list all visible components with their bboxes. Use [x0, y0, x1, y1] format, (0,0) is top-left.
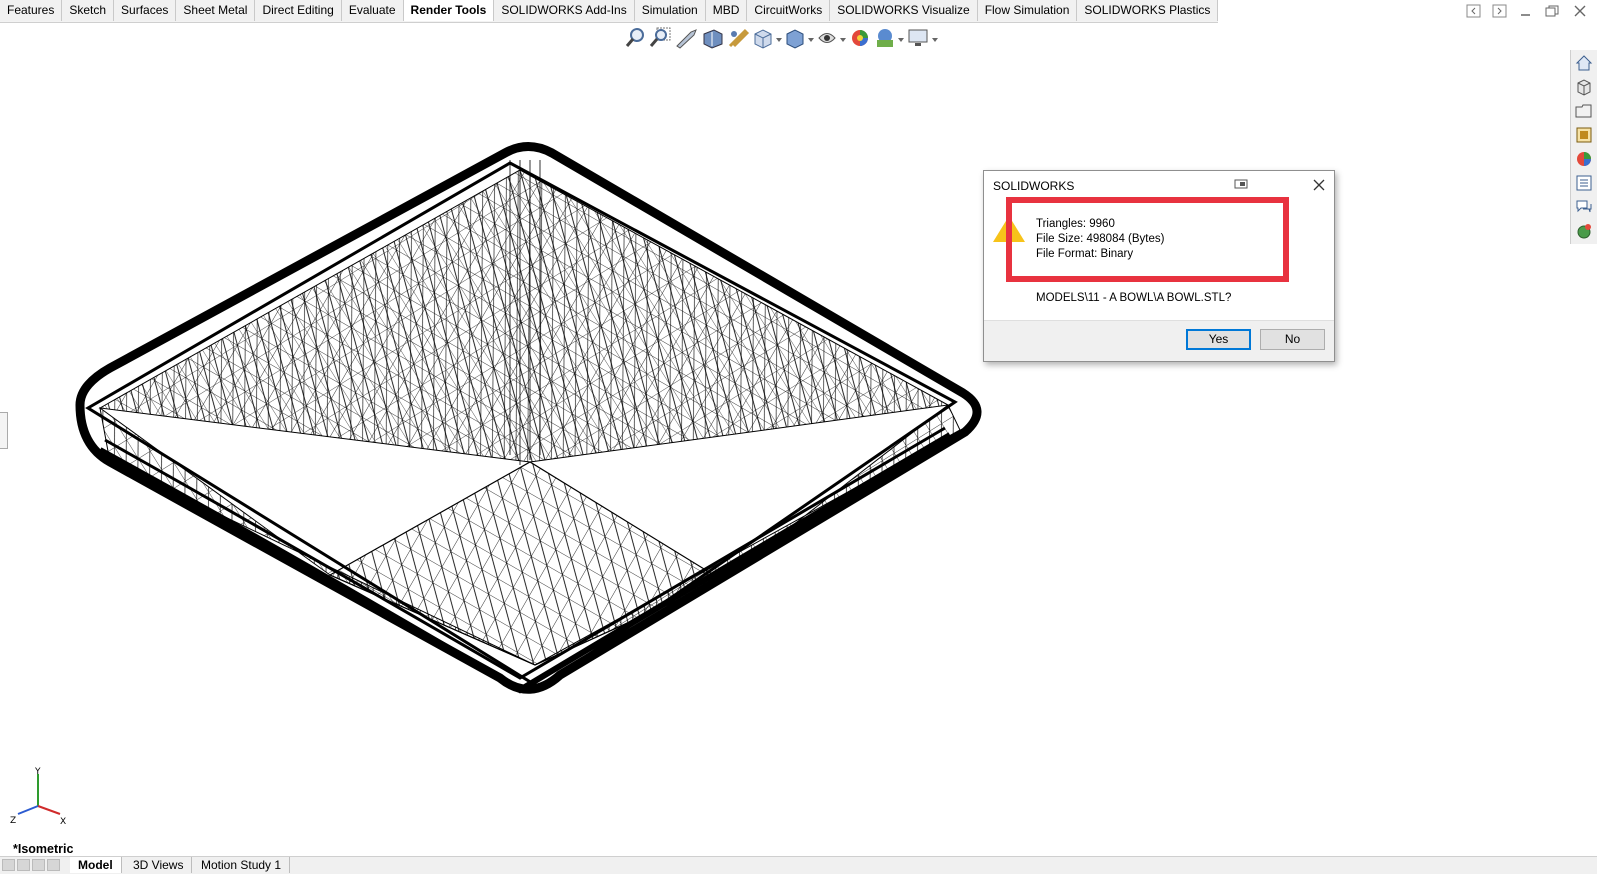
dialog-pin-icon[interactable] [1234, 178, 1248, 190]
custom-properties-icon[interactable] [1575, 174, 1593, 192]
close-window-icon[interactable] [1572, 4, 1588, 18]
bottom-tab-bar: Model 3D Views Motion Study 1 [0, 856, 1597, 874]
restore-icon[interactable] [1544, 4, 1560, 18]
view-palette-icon[interactable] [1575, 126, 1593, 144]
minimize-icon[interactable] [1518, 4, 1534, 18]
triad-y-label: Y [34, 767, 41, 777]
forum-icon[interactable] [1575, 198, 1593, 216]
file-explorer-icon[interactable] [1575, 102, 1593, 120]
triad-z-label: Z [10, 816, 16, 826]
resources-icon[interactable] [1575, 222, 1593, 240]
dialog-title: SOLIDWORKS [993, 179, 1075, 193]
design-library-icon[interactable] [1575, 78, 1593, 96]
reference-triad: Y X Z [10, 767, 66, 826]
home-icon[interactable] [1575, 54, 1593, 72]
tab-scroll-arrows[interactable] [2, 859, 64, 871]
triad-x-label: X [60, 817, 66, 826]
dialog-footer: Yes No [984, 320, 1334, 361]
view-orientation-label: *Isometric [13, 842, 74, 856]
tab-model[interactable]: Model [70, 857, 122, 873]
highlight-box-overlay [1006, 197, 1289, 282]
task-pane [1570, 50, 1597, 244]
tab-motion-study-1[interactable]: Motion Study 1 [193, 857, 291, 873]
tile-right-icon[interactable] [1492, 4, 1508, 18]
tile-left-icon[interactable] [1466, 4, 1482, 18]
no-button[interactable]: No [1260, 329, 1325, 350]
tab-3d-views[interactable]: 3D Views [125, 857, 193, 873]
close-icon[interactable] [1311, 177, 1327, 193]
tab-solidworks-plastics[interactable]: SOLIDWORKS Plastics [1077, 0, 1219, 21]
file-path-question: MODELS\11 - A BOWL\A BOWL.STL? [1036, 292, 1232, 304]
yes-button[interactable]: Yes [1186, 329, 1251, 350]
appearances-icon[interactable] [1575, 150, 1593, 168]
bowl-wireframe-model [75, 142, 982, 694]
